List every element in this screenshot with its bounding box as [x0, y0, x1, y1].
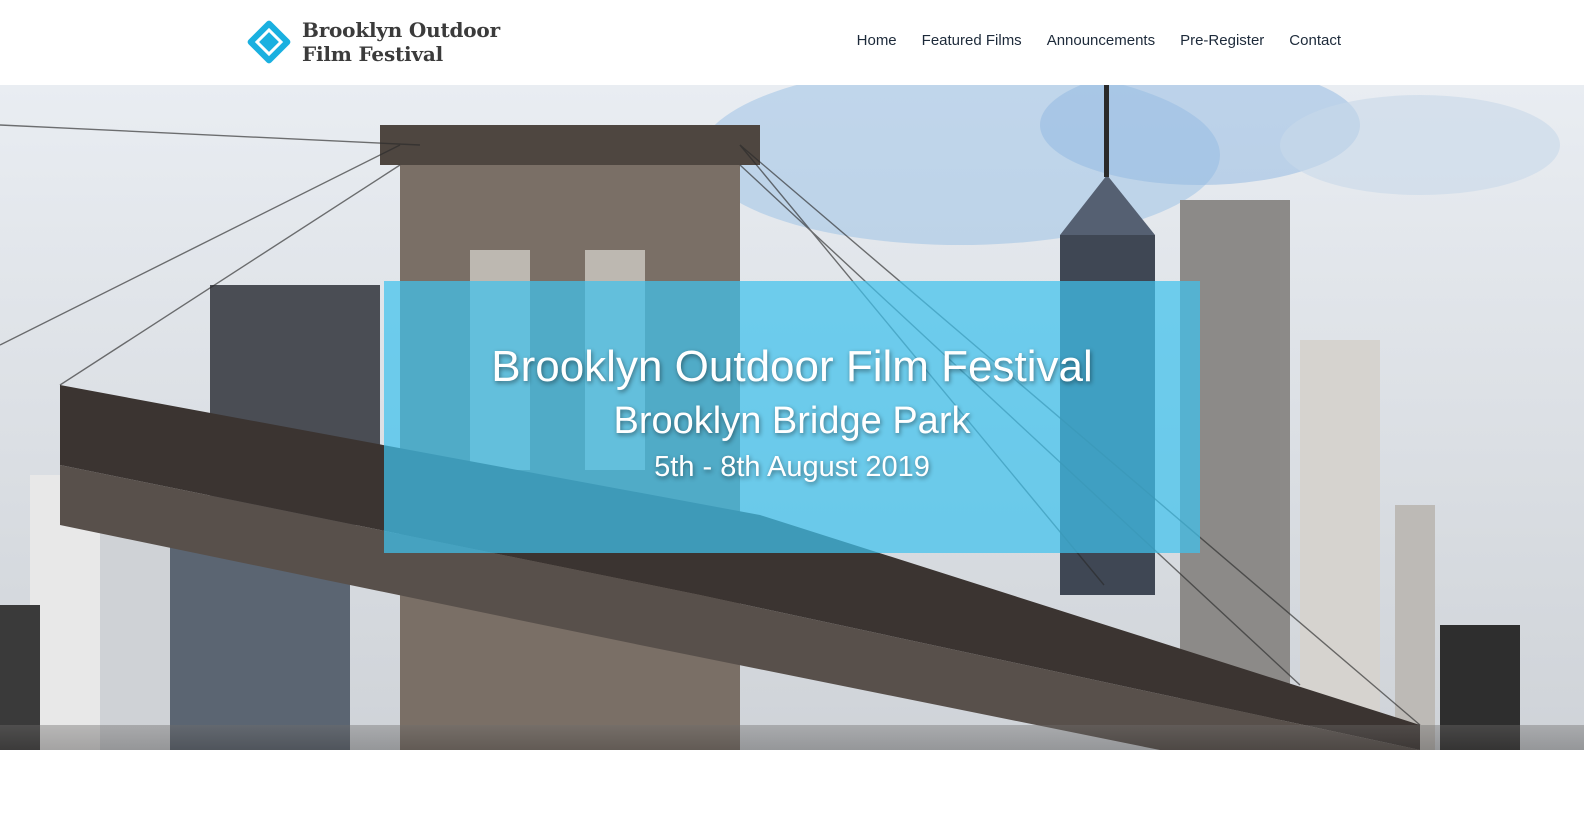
hero-title: Brooklyn Outdoor Film Festival: [491, 342, 1093, 391]
nav-home[interactable]: Home: [857, 30, 897, 52]
film-ticket-icon: [247, 20, 291, 64]
hero-overlay-box: Brooklyn Outdoor Film Festival Brooklyn …: [384, 281, 1200, 553]
nav-featured-films[interactable]: Featured Films: [922, 30, 1022, 52]
nav-announcements[interactable]: Announcements: [1047, 30, 1155, 52]
site-header: Brooklyn Outdoor Film Festival Home Feat…: [0, 0, 1584, 85]
nav-pre-register[interactable]: Pre-Register: [1180, 30, 1264, 52]
logo-wordmark: Brooklyn Outdoor Film Festival: [302, 18, 500, 66]
hero-subtitle: Brooklyn Bridge Park: [613, 400, 971, 442]
hero-banner: Brooklyn Outdoor Film Festival Brooklyn …: [0, 85, 1584, 750]
logo-line-1: Brooklyn Outdoor: [302, 18, 500, 42]
site-logo[interactable]: Brooklyn Outdoor Film Festival: [242, 14, 500, 70]
logo-line-2: Film Festival: [302, 42, 444, 66]
hero-dates: 5th - 8th August 2019: [654, 451, 930, 483]
main-nav: Home Featured Films Announcements Pre-Re…: [832, 30, 1341, 52]
nav-contact[interactable]: Contact: [1289, 30, 1341, 52]
